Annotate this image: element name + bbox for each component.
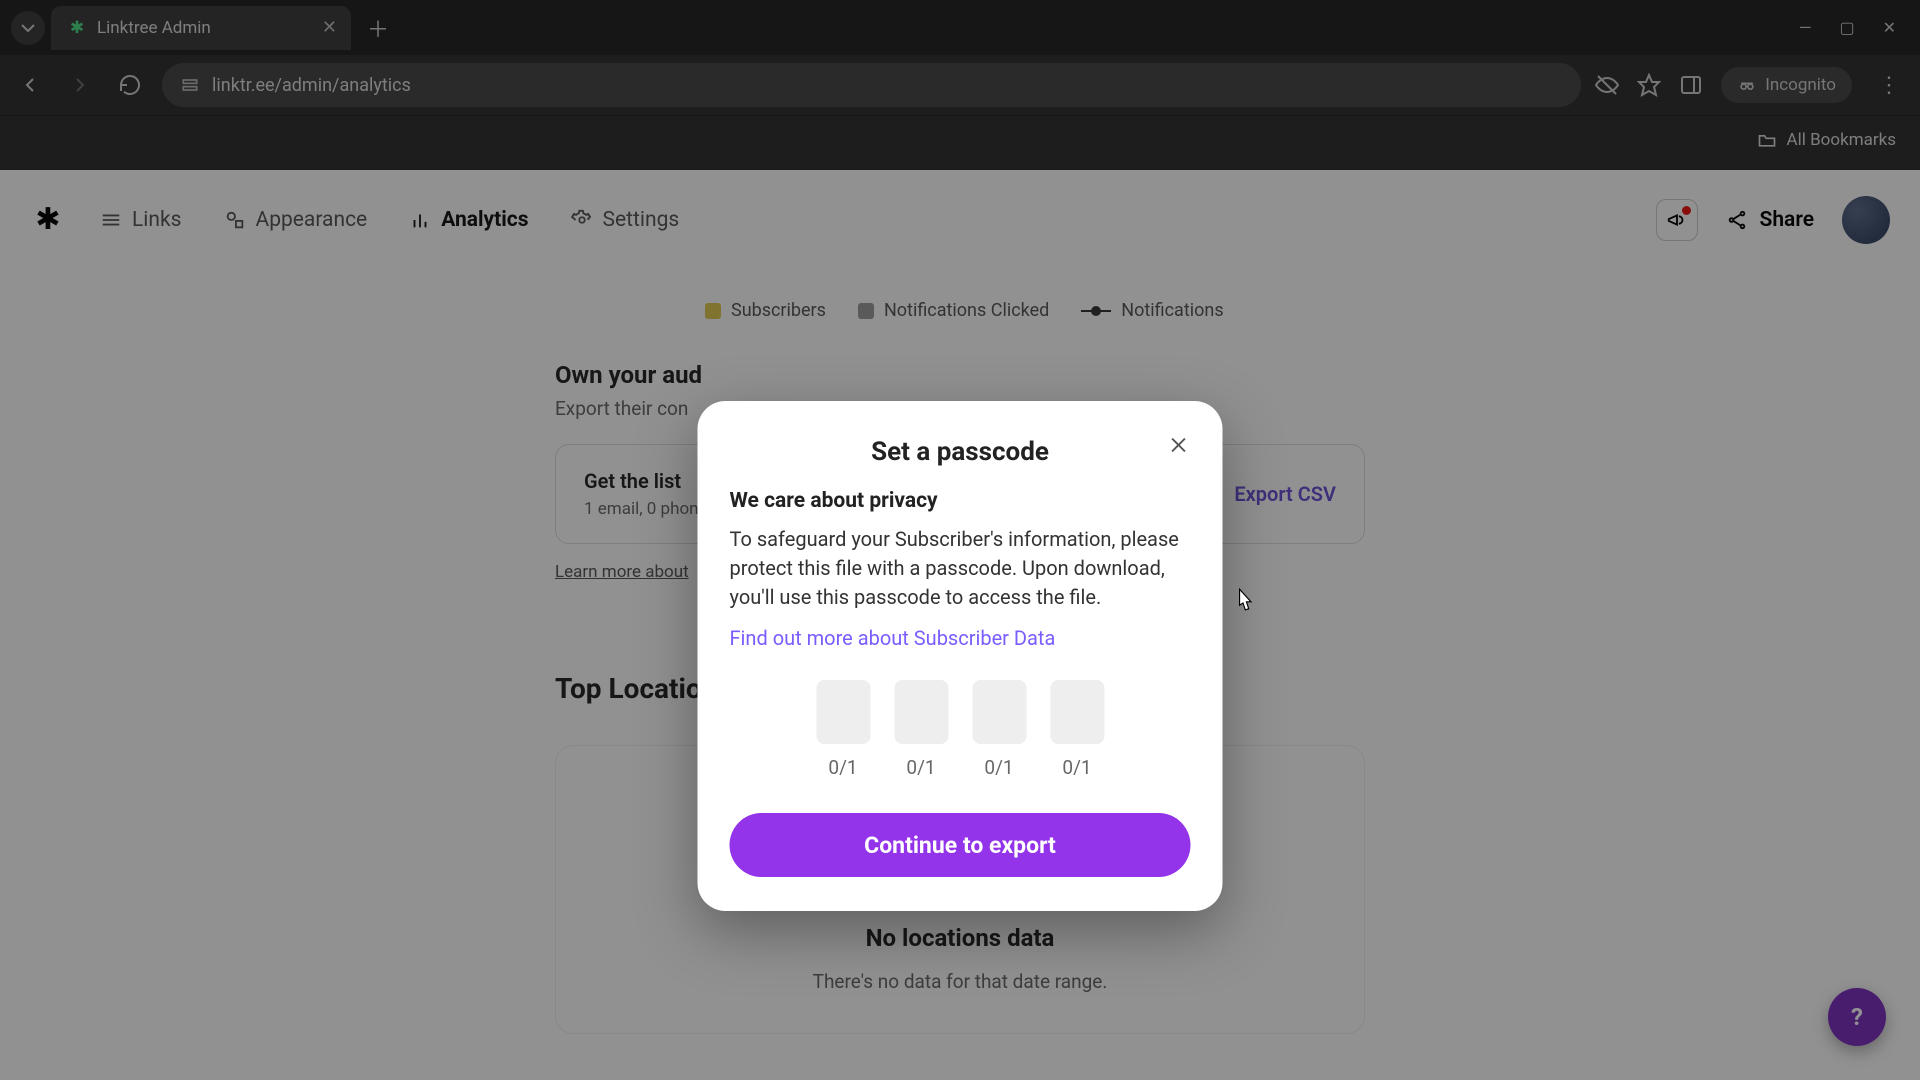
close-icon [1168,434,1190,456]
passcode-input[interactable] [816,680,870,744]
modal-subheading: We care about privacy [730,489,1191,513]
passcode-cell: 0/1 [894,680,948,779]
passcode-counter: 0/1 [1062,756,1091,779]
passcode-counter: 0/1 [906,756,935,779]
modal-close-button[interactable] [1163,429,1195,461]
passcode-counter: 0/1 [828,756,857,779]
passcode-cell: 0/1 [1050,680,1104,779]
passcode-counter: 0/1 [984,756,1013,779]
passcode-cell: 0/1 [816,680,870,779]
modal-body-text: To safeguard your Subscriber's informati… [730,525,1191,612]
passcode-inputs: 0/1 0/1 0/1 0/1 [730,680,1191,779]
passcode-input[interactable] [972,680,1026,744]
subscriber-data-link[interactable]: Find out more about Subscriber Data [730,626,1056,650]
continue-export-button[interactable]: Continue to export [730,813,1191,877]
passcode-input[interactable] [894,680,948,744]
passcode-cell: 0/1 [972,680,1026,779]
passcode-modal: Set a passcode We care about privacy To … [698,401,1223,911]
passcode-input[interactable] [1050,680,1104,744]
modal-title: Set a passcode [730,437,1191,467]
